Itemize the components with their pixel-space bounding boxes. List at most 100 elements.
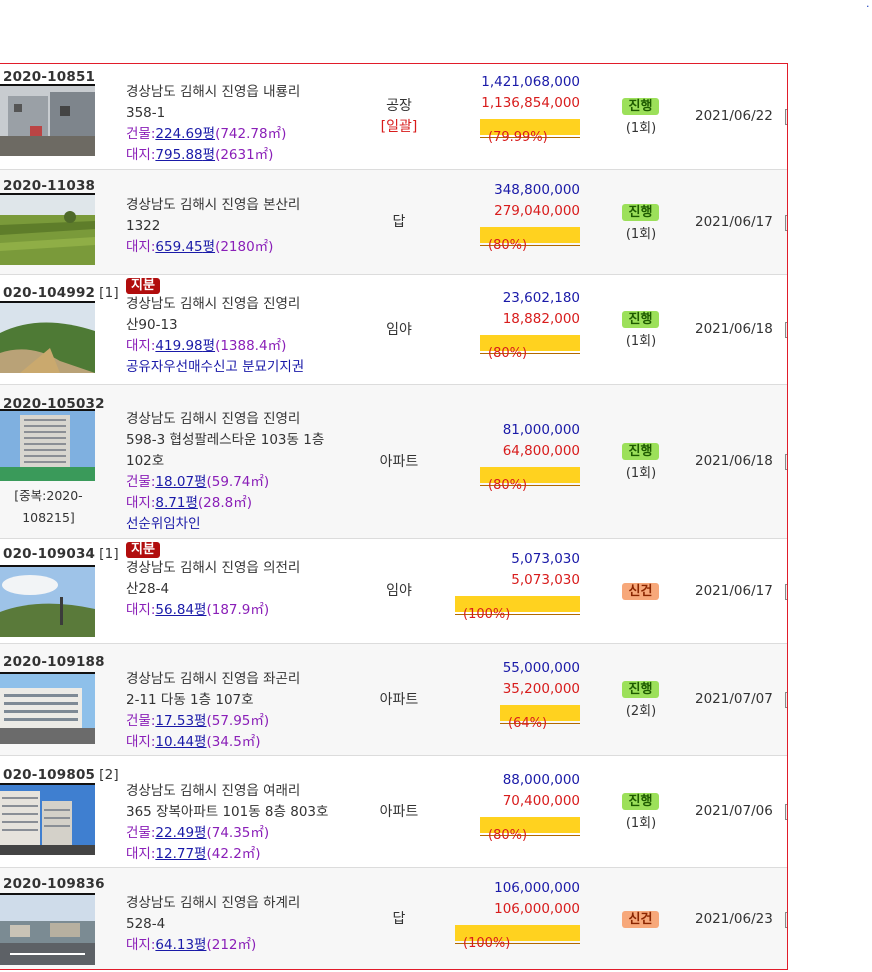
row-action-handle[interactable] [785,804,787,820]
area-unit: 평 [194,825,207,841]
row-action-handle[interactable] [785,583,787,600]
row-action-handle[interactable] [785,911,787,928]
case-number-link[interactable]: 020-109034 [1] [3,546,119,562]
case-number-text: 2020-10851 [3,69,96,85]
area-pyeong-link[interactable]: 659.45 [155,239,202,255]
table-row[interactable]: 020-109034 [1] 지분 경상남도 김해시 진영읍 의전리 산28-4 대지:5… [0,539,787,644]
case-number-link[interactable]: 2020-11038 [3,178,95,194]
address-line[interactable]: 산28-4 [126,579,356,600]
address-line[interactable]: 경상남도 김해시 진영읍 진영리 [126,409,356,430]
area-pyeong-link[interactable]: 419.98 [155,338,202,354]
row-action-handle[interactable] [785,214,787,231]
area-pyeong-link[interactable]: 8.71 [155,495,185,511]
property-photo[interactable] [0,674,95,744]
case-number-link[interactable]: 020-109805 [2] [3,767,119,783]
property-info: 경상남도 김해시 진영읍 진영리 598-3 협성팔레스타운 103동 1층 102… [126,409,356,535]
area-label: 대지: [126,239,156,255]
row-action-handle[interactable] [785,692,787,708]
property-photo[interactable] [0,895,95,965]
duplicate-case-note: [중복:2020- 108215] [0,485,97,529]
auction-round: (1회) [625,121,657,136]
address-line[interactable]: 경상남도 김해시 진영읍 여래리 [126,781,356,802]
appraisal-price: 55,000,000 [502,660,580,676]
area-pyeong-link[interactable]: 22.49 [155,825,194,841]
row-action-handle[interactable] [785,322,787,338]
case-number-link[interactable]: 020-104992 [1] [3,285,119,301]
area-pyeong-link[interactable]: 224.69 [155,126,202,142]
address-line[interactable]: 경상남도 김해시 진영읍 의전리 [126,558,356,579]
land-area: 대지:419.98평(1388.4㎡) [126,336,356,357]
property-photo[interactable] [0,303,95,373]
land-area: 대지:12.77평(42.2㎡) [126,844,356,865]
minimum-price: 70,400,000 [502,793,580,809]
area-pyeong-link[interactable]: 18.07 [155,474,194,490]
auction-round: (1회) [625,334,657,349]
table-row[interactable]: 020-104992 [1] 지분 경상남도 김해시 진영읍 진영리 산90-13 대지:… [0,275,787,385]
auction-date: 2021/06/18 [695,321,773,337]
area-label: 대지: [126,147,156,163]
area-label: 대지: [126,338,156,354]
area-m2: (74.35㎡) [206,825,270,841]
address-line[interactable]: 365 장복아파트 101동 8층 803호 [126,802,356,823]
address-line[interactable]: 2-11 다동 1층 107호 [126,690,356,711]
table-row[interactable]: 2020-10851 경상남도 김해시 진영읍 내룡리 358-1 건물:224.69… [0,64,787,170]
area-m2: (34.5㎡) [206,734,261,750]
area-label: 건물: [126,825,156,841]
area-unit: 평 [194,474,207,490]
property-photo[interactable] [0,411,95,481]
case-number-link[interactable]: 2020-10851 [3,69,95,85]
property-photo[interactable] [0,86,95,156]
area-pyeong-link[interactable]: 17.53 [155,713,194,729]
auction-date: 2021/06/17 [695,582,773,599]
area-pyeong-link[interactable]: 795.88 [155,147,202,163]
property-photo[interactable] [0,785,95,855]
appraisal-price: 348,800,000 [494,182,580,198]
address-line[interactable]: 358-1 [126,103,356,124]
property-photo[interactable] [0,195,95,265]
status-badge: 진행 [622,681,659,698]
address-line[interactable]: 598-3 협성팔레스타운 103동 1층 [126,430,356,451]
property-photo[interactable] [0,567,95,637]
area-unit: 평 [194,713,207,729]
share-badge: 지분 [126,278,160,294]
rate-text: (100%) [463,936,511,951]
table-row[interactable]: 2020-105032 [중복:2020- 108215] 경상남도 김해시 진영읍 … [0,385,787,539]
address-line[interactable]: 산90-13 [126,315,356,336]
address-line[interactable]: 경상남도 김해시 진영읍 본산리 [126,195,356,216]
address-line[interactable]: 경상남도 김해시 진영읍 진영리 [126,294,356,315]
address-line[interactable]: 경상남도 김해시 진영읍 내룡리 [126,82,356,103]
case-number-text: 020-109034 [3,546,96,562]
case-number-text: 020-104992 [3,285,96,301]
address-line[interactable]: 102호 [126,451,356,472]
area-pyeong-link[interactable]: 12.77 [155,846,194,862]
rate-text: (80%) [488,478,528,493]
table-row[interactable]: 2020-109836 경상남도 김해시 진영읍 하계리 528-4 대지:64.13… [0,868,787,969]
address-line[interactable]: 경상남도 김해시 진영읍 하계리 [126,893,356,914]
usage-label: 아파트 [379,691,419,708]
table-row[interactable]: 2020-11038 경상남도 김해시 진영읍 본산리 1322 대지:659.45평… [0,170,787,275]
row-action-handle[interactable] [785,109,787,125]
auction-round: (1회) [625,226,657,242]
area-pyeong-link[interactable]: 56.84 [155,602,194,618]
auction-round: (2회) [625,704,657,719]
case-number-link[interactable]: 2020-109836 [3,876,105,892]
land-area: 대지:8.71평(28.8㎡) [126,493,356,514]
case-number-link[interactable]: 2020-109188 [3,654,105,670]
usage-type: 임야 [355,320,443,341]
table-row[interactable]: 020-109805 [2] 경상남도 김해시 진영읍 여래리 365 장복아파트 1… [0,756,787,868]
area-unit: 평 [185,495,198,511]
building-area: 건물:22.49평(74.35㎡) [126,823,356,844]
table-row[interactable]: 2020-109188 경상남도 김해시 진영읍 좌곤리 2-11 다동 1층 10… [0,644,787,756]
corner-mark: · [866,0,870,13]
rate-text: (80%) [488,238,528,253]
area-pyeong-link[interactable]: 10.44 [155,734,194,750]
address-line[interactable]: 528-4 [126,914,356,935]
row-action-handle[interactable] [785,454,787,470]
address-line[interactable]: 1322 [126,216,356,237]
area-pyeong-link[interactable]: 64.13 [155,937,194,953]
address-line[interactable]: 경상남도 김해시 진영읍 좌곤리 [126,669,356,690]
area-m2: (28.8㎡) [197,495,252,511]
area-label: 대지: [126,937,156,953]
special-note: 공유자우선매수신고 분묘기지권 [126,359,305,375]
usage-label: 공장 [386,98,412,114]
